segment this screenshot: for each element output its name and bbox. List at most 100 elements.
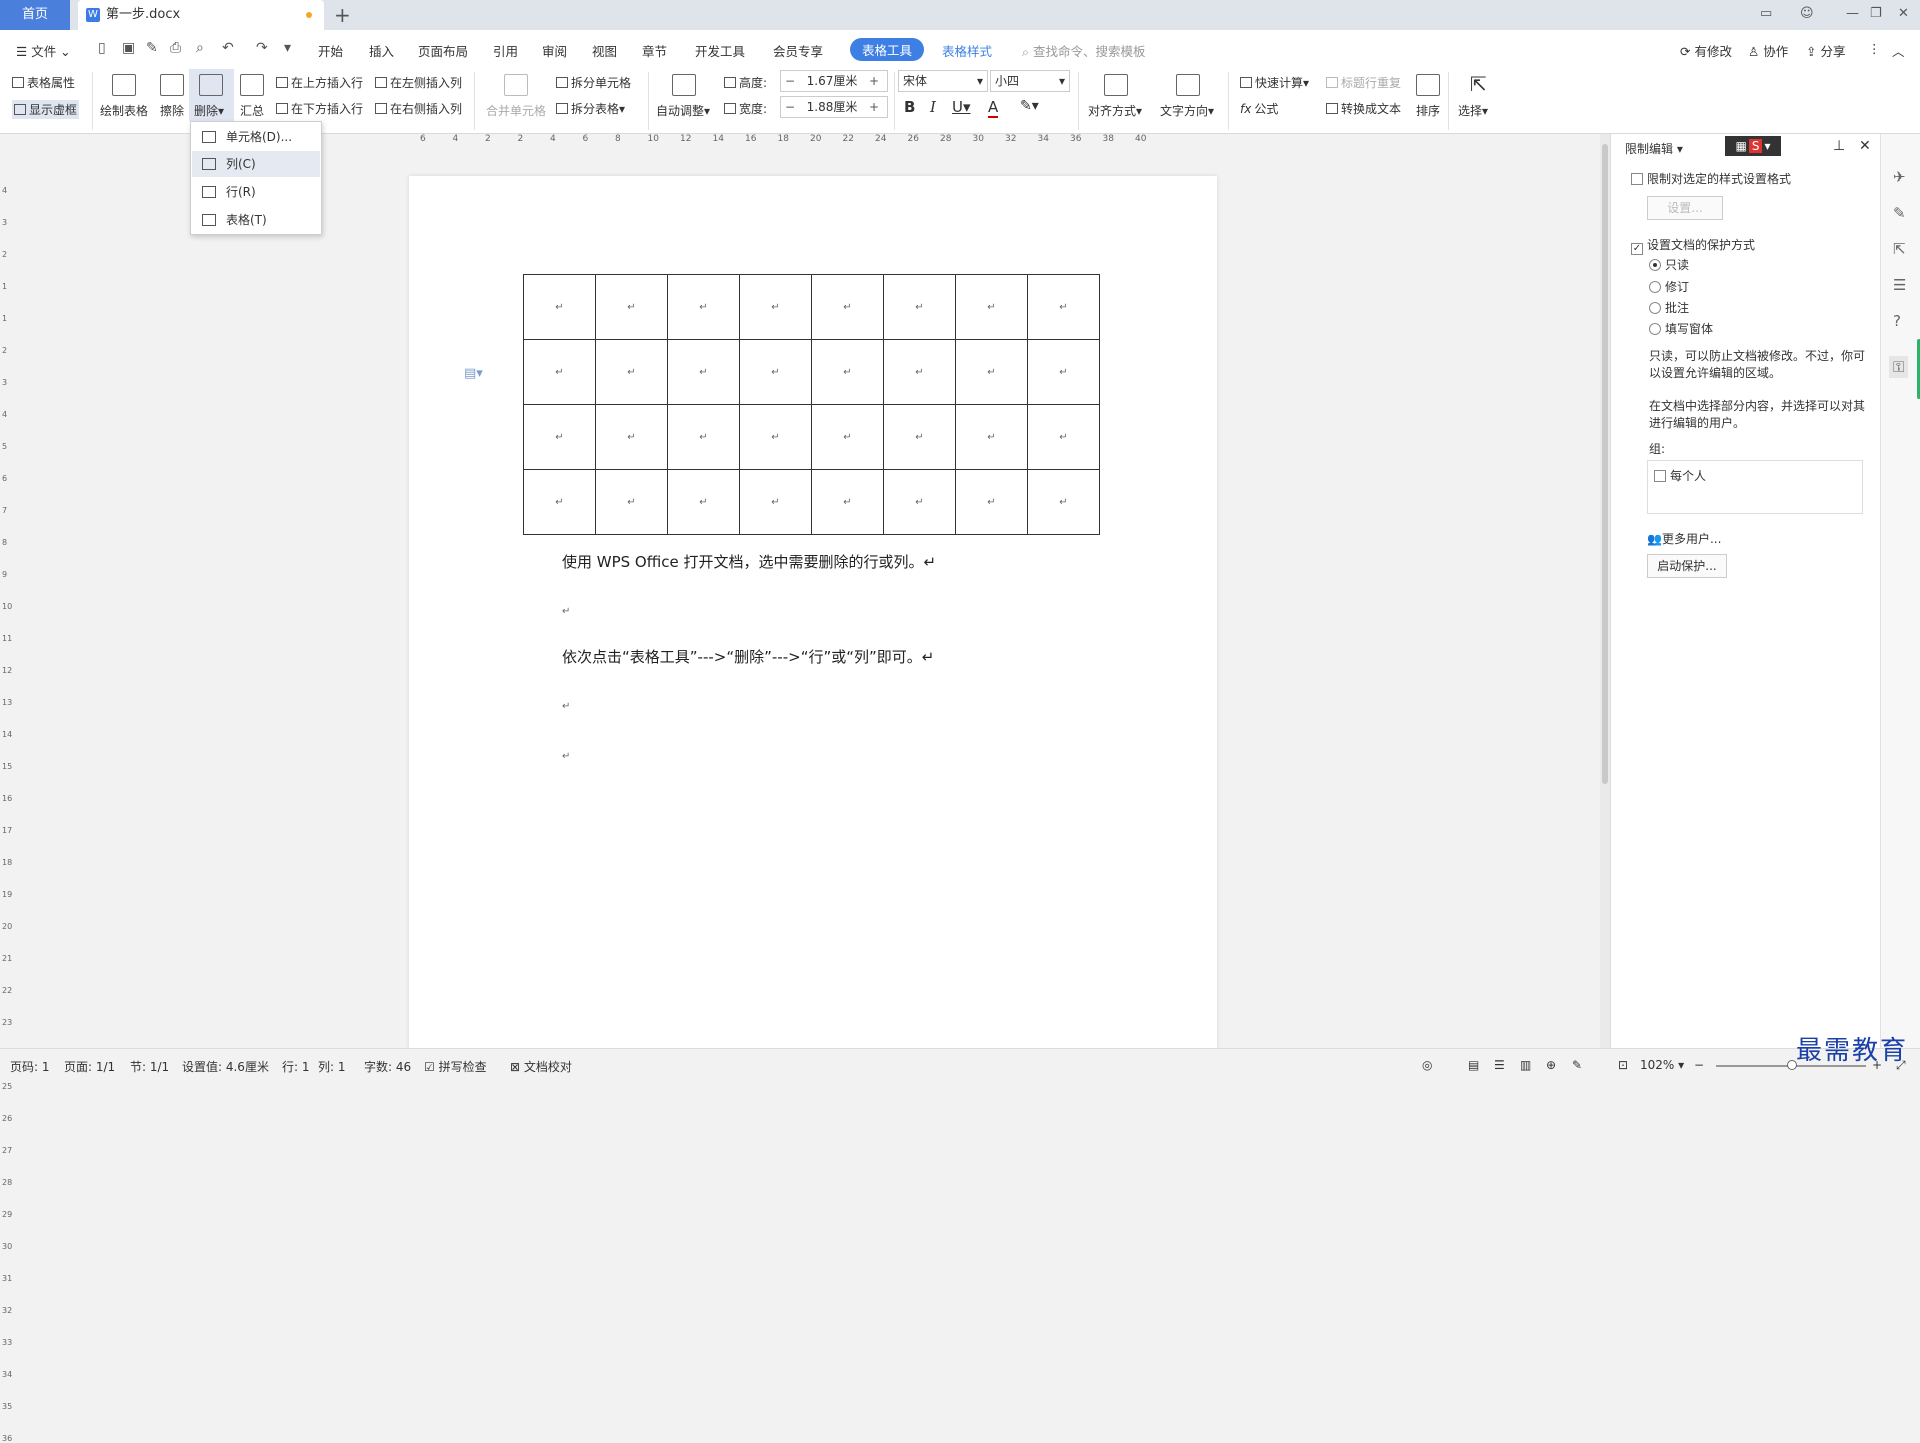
- table-cell[interactable]: ↵: [883, 339, 956, 405]
- tab-member[interactable]: 会员专享: [773, 41, 823, 60]
- split-table-button[interactable]: 拆分表格▾: [556, 100, 625, 117]
- pin-icon[interactable]: ⊥: [1833, 138, 1845, 154]
- close-window-icon[interactable]: ✕: [1898, 6, 1909, 21]
- text-direction-button[interactable]: 文字方向▾: [1160, 102, 1214, 119]
- settings-button[interactable]: 设置...: [1647, 196, 1723, 220]
- table-cell[interactable]: ↵: [883, 274, 956, 340]
- table-cell[interactable]: ↵: [667, 404, 740, 470]
- table-cell[interactable]: ↵: [595, 469, 668, 535]
- pointer-icon[interactable]: ⇱: [1893, 240, 1906, 258]
- erase-button[interactable]: 擦除: [160, 102, 184, 119]
- spell-check-button[interactable]: ☑ 拼写检查: [424, 1058, 487, 1075]
- summary-button[interactable]: 汇总: [240, 102, 264, 119]
- tab-view[interactable]: 视图: [592, 41, 617, 60]
- print-icon[interactable]: ⎙: [170, 40, 181, 56]
- checkbox[interactable]: [1631, 173, 1643, 185]
- font-name-select[interactable]: 宋体 ▾: [898, 70, 988, 92]
- document-scrollbar[interactable]: [1600, 134, 1610, 1048]
- document-table[interactable]: ↵ ↵ ↵ ↵ ↵ ↵ ↵ ↵ ↵ ↵ ↵ ↵ ↵ ↵ ↵ ↵ ↵ ↵ ↵ ↵ ↵ ↵ ↵ ↵ ↵ ↵ ↵ ↵ ↵ ↵ ↵ ↵: [523, 274, 1100, 535]
- zoom-value[interactable]: 102% ▾: [1640, 1058, 1684, 1072]
- file-menu[interactable]: ☰ 文件 ⌄: [16, 41, 71, 60]
- table-cell[interactable]: ↵: [595, 274, 668, 340]
- outline-view-icon[interactable]: ☰: [1494, 1058, 1505, 1072]
- paragraph-1[interactable]: 使用 WPS Office 打开文档，选中需要删除的行或列。↵: [562, 551, 936, 572]
- checkbox-checked[interactable]: ✓: [1631, 243, 1643, 255]
- tab-page-layout[interactable]: 页面布局: [418, 41, 468, 60]
- table-cell[interactable]: ↵: [955, 404, 1028, 470]
- highlight-icon[interactable]: ✎▾: [1020, 98, 1039, 114]
- format-painter-icon[interactable]: ✎: [146, 40, 158, 56]
- radio-readonly[interactable]: 只读: [1649, 256, 1689, 273]
- table-cell[interactable]: ↵: [955, 274, 1028, 340]
- tab-developer[interactable]: 开发工具: [695, 41, 745, 60]
- restore-icon[interactable]: ❐: [1870, 6, 1882, 21]
- tab-table-tools[interactable]: 表格工具: [850, 38, 925, 61]
- vertical-ruler[interactable]: 4 3 2 1 1 2 3 4 5 6 7 8 9 10 11 12 13 14 15 16 17 18 19 20 21 22 2…: [0, 148, 12, 1443]
- page-count[interactable]: 页面: 1/1: [64, 1058, 115, 1075]
- more-icon[interactable]: ⋮: [1868, 41, 1881, 56]
- insert-right-button[interactable]: 在右侧插入列: [375, 100, 462, 117]
- italic-button[interactable]: I: [930, 98, 936, 116]
- table-cell[interactable]: ↵: [595, 339, 668, 405]
- tab-table-style[interactable]: 表格样式: [942, 41, 992, 60]
- protection-option[interactable]: ✓ 设置文档的保护方式: [1631, 236, 1755, 255]
- insert-below-button[interactable]: 在下方插入行: [276, 100, 363, 117]
- radio-forms[interactable]: 填写窗体: [1649, 320, 1713, 337]
- increase-icon[interactable]: +: [865, 97, 883, 117]
- quick-calc-button[interactable]: 快速计算▾: [1240, 74, 1309, 91]
- table-props-button[interactable]: 表格属性: [12, 74, 75, 91]
- avatar[interactable]: ☺: [1800, 6, 1814, 21]
- document-tab[interactable]: W 第一步.docx: [78, 0, 324, 30]
- table-cell[interactable]: ↵: [739, 404, 812, 470]
- font-size-select[interactable]: 小四 ▾: [990, 70, 1070, 92]
- radio-track-changes[interactable]: 修订: [1649, 278, 1689, 295]
- panel-title[interactable]: 限制编辑 ▾: [1625, 140, 1683, 157]
- decrease-icon[interactable]: −: [781, 97, 799, 117]
- command-search[interactable]: ⌕ 查找命令、搜索模板: [1022, 41, 1146, 60]
- underline-button[interactable]: U▾: [952, 98, 971, 116]
- radio-comments[interactable]: 批注: [1649, 299, 1689, 316]
- collapse-ribbon-icon[interactable]: ︿: [1892, 41, 1905, 60]
- table-cell[interactable]: ↵: [523, 339, 596, 405]
- redo-icon[interactable]: ↷: [256, 40, 268, 56]
- tab-start[interactable]: 开始: [318, 41, 343, 60]
- draw-table-button[interactable]: 绘制表格: [100, 102, 148, 119]
- repeat-header-button[interactable]: 标题行重复: [1326, 74, 1401, 91]
- font-color-button[interactable]: A: [988, 98, 999, 118]
- merge-cells-button[interactable]: 合并单元格: [486, 102, 546, 119]
- decrease-icon[interactable]: −: [781, 71, 799, 91]
- table-cell[interactable]: ↵: [1027, 469, 1100, 535]
- everyone-option[interactable]: 每个人: [1654, 467, 1706, 484]
- proofread-button[interactable]: ⊠ 文档校对: [510, 1058, 572, 1075]
- table-cell[interactable]: ↵: [811, 274, 884, 340]
- checkbox[interactable]: [1654, 470, 1666, 482]
- table-cell[interactable]: ↵: [955, 339, 1028, 405]
- setting-value[interactable]: 设置值: 4.6厘米: [182, 1058, 269, 1075]
- sort-button[interactable]: 排序: [1416, 102, 1440, 119]
- collab-button[interactable]: ♙ 协作: [1748, 41, 1788, 60]
- tab-references[interactable]: 引用: [493, 41, 518, 60]
- show-gridlines-button[interactable]: 显示虚框: [12, 100, 80, 119]
- start-protection-button[interactable]: 启动保护...: [1647, 554, 1727, 578]
- print-preview-icon[interactable]: ⌕: [196, 40, 204, 56]
- table-cell[interactable]: ↵: [811, 339, 884, 405]
- section-count[interactable]: 节: 1/1: [130, 1058, 169, 1075]
- rocket-icon[interactable]: ✈: [1893, 168, 1906, 186]
- split-cells-button[interactable]: 拆分单元格: [556, 74, 631, 91]
- page-view-icon[interactable]: ▤: [1468, 1058, 1479, 1072]
- table-cell[interactable]: ↵: [523, 404, 596, 470]
- insert-above-button[interactable]: 在上方插入行: [276, 74, 363, 91]
- table-cell[interactable]: ↵: [811, 469, 884, 535]
- close-panel-icon[interactable]: ✕: [1859, 138, 1871, 154]
- customize-icon[interactable]: ▾: [284, 40, 291, 56]
- home-tab[interactable]: 首页: [0, 0, 70, 30]
- eye-protection-icon[interactable]: ◎: [1422, 1058, 1432, 1072]
- table-cell[interactable]: ↵: [955, 469, 1028, 535]
- new-doc-icon[interactable]: ▯: [98, 40, 106, 56]
- table-cell[interactable]: ↵: [739, 274, 812, 340]
- bold-button[interactable]: B: [904, 98, 915, 116]
- select-button[interactable]: 选择▾: [1458, 102, 1488, 119]
- window-count-icon[interactable]: ▭: [1760, 6, 1772, 21]
- table-cell[interactable]: ↵: [667, 274, 740, 340]
- changes-button[interactable]: ⟳ 有修改: [1680, 41, 1732, 60]
